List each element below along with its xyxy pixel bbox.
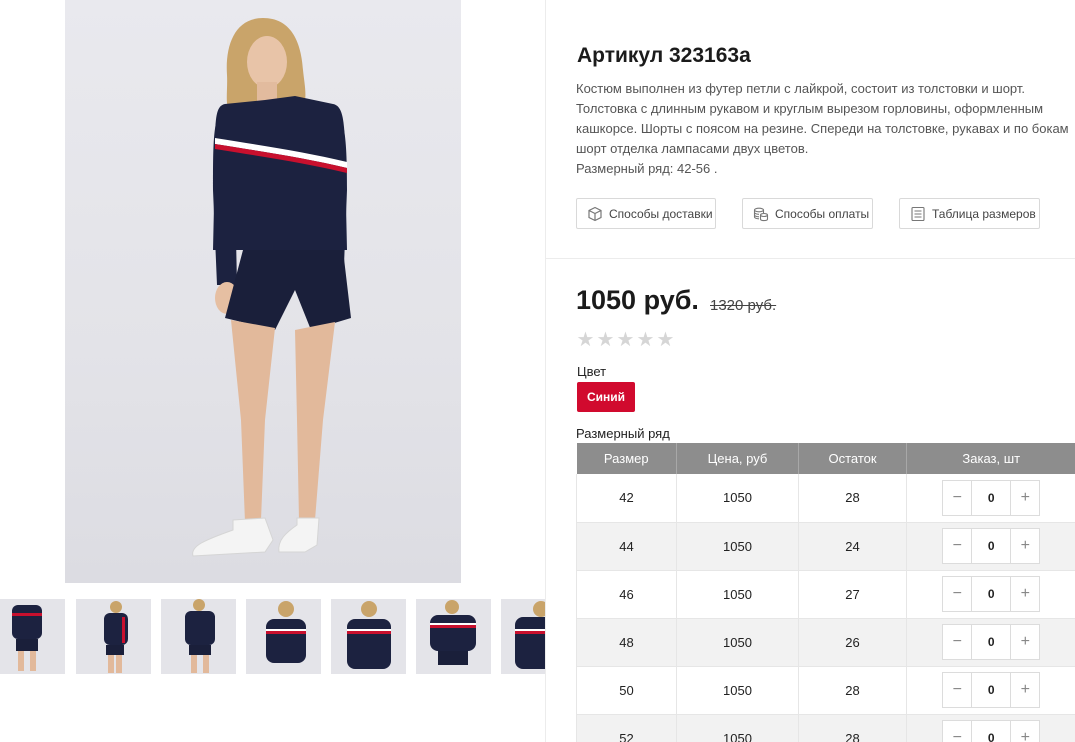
size-range-label: Размерный ряд xyxy=(576,426,670,441)
star-icon[interactable]: ★ xyxy=(576,329,595,351)
thumbnail-image[interactable] xyxy=(161,599,236,674)
description-line: шорт отделка лампасами двух цветов. xyxy=(576,141,809,156)
rating-stars: ★ ★ ★ ★ ★ xyxy=(576,329,675,351)
column-header-size: Размер xyxy=(576,443,677,474)
table-row: 42 1050 28 − 0 + xyxy=(576,474,1075,523)
thumbnail-image[interactable] xyxy=(331,599,406,674)
order-cell: − 0 + xyxy=(906,474,1075,523)
increment-button[interactable]: + xyxy=(1011,721,1039,742)
description-line: Размерный ряд: 42-56 . xyxy=(576,161,718,176)
column-divider xyxy=(545,0,546,742)
description-line: кашкорсе. Шорты с поясом на резине. Спер… xyxy=(576,121,1069,136)
order-cell: − 0 + xyxy=(906,666,1075,715)
thumbnail-image[interactable] xyxy=(246,599,321,674)
color-label: Цвет xyxy=(577,364,607,379)
order-cell: − 0 + xyxy=(906,570,1075,619)
quantity-input[interactable]: 0 xyxy=(971,480,1012,515)
star-icon[interactable]: ★ xyxy=(616,329,635,351)
table-row: 50 1050 28 − 0 + xyxy=(576,666,1075,715)
star-icon[interactable]: ★ xyxy=(656,329,675,351)
quantity-stepper: − 0 + xyxy=(942,479,1041,516)
quantity-stepper: − 0 + xyxy=(942,672,1041,708)
increment-button[interactable]: + xyxy=(1011,577,1039,611)
price-cell: 1050 xyxy=(676,666,799,715)
size-cell: 44 xyxy=(576,522,677,571)
table-row: 46 1050 27 − 0 + xyxy=(576,570,1075,619)
quantity-input[interactable]: 0 xyxy=(971,721,1012,742)
increment-button[interactable]: + xyxy=(1011,529,1039,563)
size-chart-icon xyxy=(911,206,925,221)
stock-cell: 27 xyxy=(798,570,907,619)
price-cell: 1050 xyxy=(676,714,799,742)
stock-cell: 28 xyxy=(798,474,907,523)
payment-methods-button[interactable]: Способы оплаты xyxy=(742,198,873,229)
increment-button[interactable]: + xyxy=(1011,625,1039,659)
quantity-input[interactable]: 0 xyxy=(971,673,1012,707)
size-cell: 50 xyxy=(576,666,677,715)
color-option-blue[interactable]: Синий xyxy=(577,382,635,412)
order-cell: − 0 + xyxy=(906,714,1075,742)
size-cell: 42 xyxy=(576,474,677,523)
product-description: Костюм выполнен из футер петли с лайкрой… xyxy=(576,79,1075,179)
thumbnail-image[interactable] xyxy=(501,599,545,674)
table-row: 52 1050 28 − 0 + xyxy=(576,714,1075,742)
decrement-button[interactable]: − xyxy=(943,673,971,707)
table-row: 44 1050 24 − 0 + xyxy=(576,522,1075,571)
increment-button[interactable]: + xyxy=(1011,481,1039,515)
stock-cell: 26 xyxy=(798,618,907,667)
stock-cell: 28 xyxy=(798,714,907,742)
thumbnail-image[interactable] xyxy=(0,599,65,674)
column-header-price: Цена, руб xyxy=(676,443,799,474)
thumbnail-strip xyxy=(0,599,545,674)
description-line: Костюм выполнен из футер петли с лайкрой… xyxy=(576,81,1026,96)
description-line: Толстовка с длинным рукавом и круглым вы… xyxy=(576,101,1044,116)
table-row: 48 1050 26 − 0 + xyxy=(576,618,1075,667)
section-divider xyxy=(546,258,1075,259)
quantity-stepper: − 0 + xyxy=(942,624,1041,660)
payment-methods-label: Способы оплаты xyxy=(775,206,870,221)
order-cell: − 0 + xyxy=(906,618,1075,667)
model-illustration xyxy=(192,18,351,557)
coins-icon xyxy=(753,207,769,221)
stock-cell: 28 xyxy=(798,666,907,715)
product-title: Артикул 323163а xyxy=(577,44,751,67)
quantity-stepper: − 0 + xyxy=(942,720,1041,742)
thumbnail-image[interactable] xyxy=(416,599,491,674)
price-cell: 1050 xyxy=(676,474,799,523)
size-cell: 46 xyxy=(576,570,677,619)
table-header-row: Размер Цена, руб Остаток Заказ, шт xyxy=(576,443,1075,474)
order-cell: − 0 + xyxy=(906,522,1075,571)
price-cell: 1050 xyxy=(676,618,799,667)
column-header-order: Заказ, шт xyxy=(906,443,1075,474)
quantity-input[interactable]: 0 xyxy=(971,529,1012,563)
stock-cell: 24 xyxy=(798,522,907,571)
decrement-button[interactable]: − xyxy=(943,529,971,563)
size-cell: 48 xyxy=(576,618,677,667)
quantity-stepper: − 0 + xyxy=(942,576,1041,612)
current-price: 1050 руб. xyxy=(576,285,699,315)
size-table: Размер Цена, руб Остаток Заказ, шт 42 10… xyxy=(576,443,1075,742)
old-price: 1320 руб. xyxy=(710,297,777,314)
size-chart-button[interactable]: Таблица размеров xyxy=(899,198,1040,229)
price-cell: 1050 xyxy=(676,570,799,619)
price-cell: 1050 xyxy=(676,522,799,571)
quantity-input[interactable]: 0 xyxy=(971,625,1012,659)
star-icon[interactable]: ★ xyxy=(596,329,615,351)
size-chart-label: Таблица размеров xyxy=(932,206,1036,221)
main-product-photo[interactable] xyxy=(65,0,461,583)
box-icon xyxy=(588,206,602,221)
delivery-methods-button[interactable]: Способы доставки xyxy=(576,198,716,229)
quantity-stepper: − 0 + xyxy=(942,528,1041,564)
delivery-methods-label: Способы доставки xyxy=(609,206,713,221)
column-header-stock: Остаток xyxy=(798,443,907,474)
decrement-button[interactable]: − xyxy=(943,721,971,742)
quantity-input[interactable]: 0 xyxy=(971,577,1012,611)
increment-button[interactable]: + xyxy=(1011,673,1039,707)
decrement-button[interactable]: − xyxy=(943,625,971,659)
star-icon[interactable]: ★ xyxy=(636,329,655,351)
size-cell: 52 xyxy=(576,714,677,742)
decrement-button[interactable]: − xyxy=(943,577,971,611)
decrement-button[interactable]: − xyxy=(943,481,971,515)
thumbnail-image[interactable] xyxy=(76,599,151,674)
